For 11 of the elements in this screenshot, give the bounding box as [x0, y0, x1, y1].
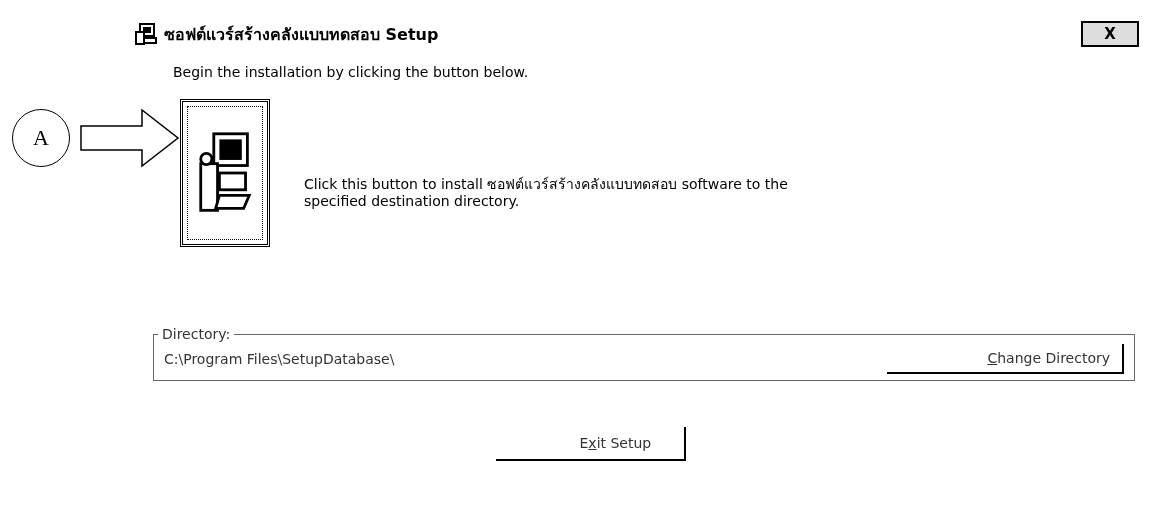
directory-path: C:\Program Files\SetupDatabase\ [164, 351, 395, 367]
exit-setup-button[interactable]: Exit Setup [495, 427, 686, 461]
window-title: ซอฟต์แวร์สร้างคลังแบบทดสอบ Setup [164, 23, 439, 46]
install-description: Click this button to install ซอฟต์แวร์สร้างคลังแบบทดสอบ software to the specified destination directory. [304, 175, 789, 211]
install-button[interactable] [180, 99, 270, 247]
close-button[interactable]: X [1081, 21, 1139, 47]
directory-label: Directory: [161, 326, 232, 342]
change-directory-button[interactable]: Change Directory [887, 344, 1124, 374]
arrow-icon [80, 108, 180, 168]
instruction-text: Begin the installation by clicking the button below. [173, 64, 530, 80]
setup-computer-icon [134, 22, 158, 46]
